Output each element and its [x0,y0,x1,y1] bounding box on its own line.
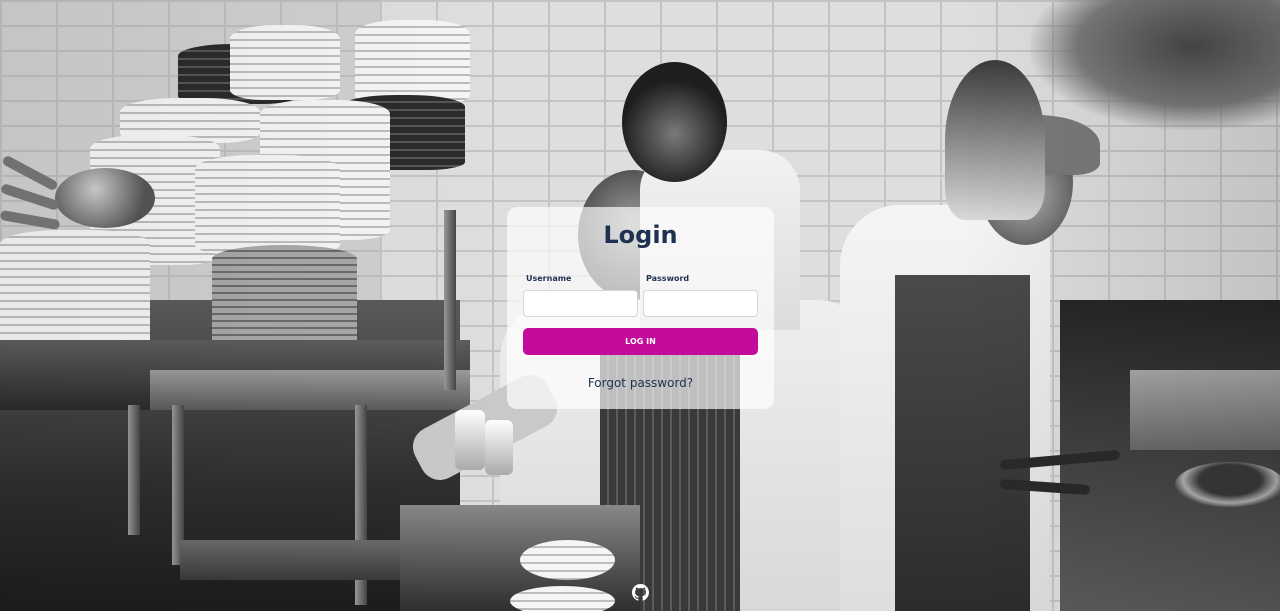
username-label: Username [526,274,572,283]
username-input[interactable] [523,290,638,317]
login-title: Login [603,221,678,249]
password-label: Password [646,274,690,283]
github-icon [632,584,649,605]
password-input[interactable] [643,290,758,317]
login-button[interactable]: LOG IN [523,328,758,355]
login-form: Login Username Password LOG IN Forgot pa… [507,207,774,409]
github-link[interactable] [632,584,649,601]
forgot-password-link[interactable]: Forgot password? [507,376,774,390]
